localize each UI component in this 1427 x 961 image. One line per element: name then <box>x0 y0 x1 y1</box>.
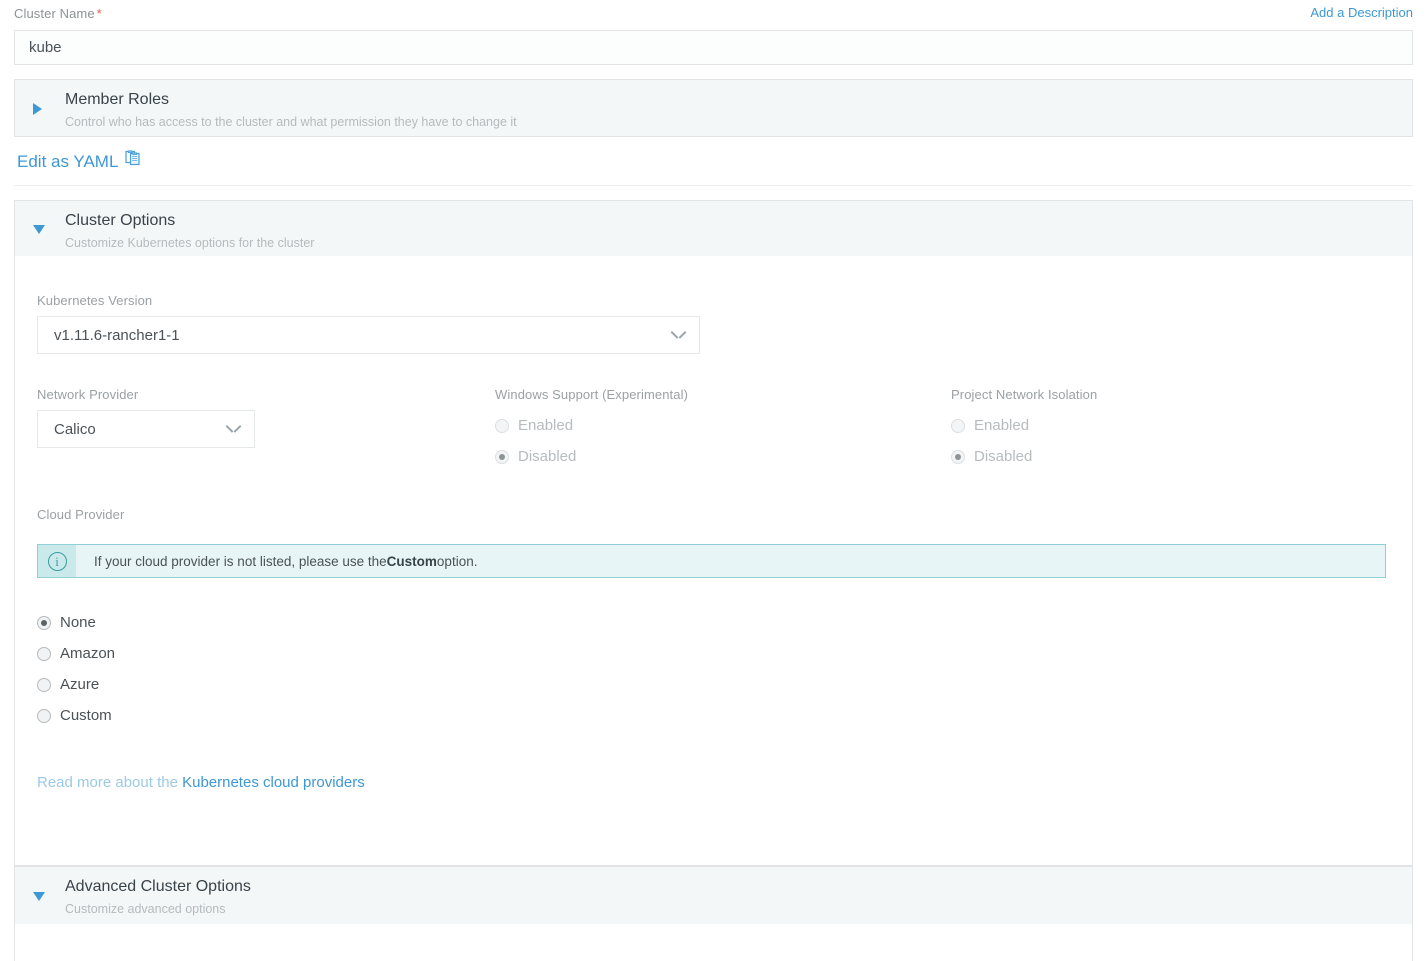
banner-text-before: If your cloud provider is not listed, pl… <box>94 553 387 569</box>
chevron-down-icon[interactable] <box>227 425 240 433</box>
radio-label: Enabled <box>518 417 574 434</box>
edit-as-yaml-button[interactable]: Edit as YAML <box>14 150 145 173</box>
banner-text-bold: Custom <box>386 553 437 569</box>
triangle-down-icon[interactable] <box>33 891 45 901</box>
project-network-isolation-field: Project Network Isolation Enabled Disabl… <box>951 387 1381 472</box>
cluster-options-body: Kubernetes Version v1.11.6-rancher1-1 Ne… <box>14 256 1413 866</box>
banner-text: If your cloud provider is not listed, pl… <box>76 545 477 577</box>
clipboard-copy-icon[interactable] <box>125 150 142 173</box>
windows-support-option-enabled: Enabled <box>495 410 925 441</box>
radio-icon[interactable] <box>37 708 51 723</box>
cluster-name-row: Cluster Name * Add a Description <box>14 5 1413 25</box>
radio-icon <box>951 418 965 433</box>
radio-icon-selected[interactable] <box>37 615 51 630</box>
radio-label: Enabled <box>974 417 1030 434</box>
accordion-advanced-cluster-options[interactable]: Advanced Cluster Options Customize advan… <box>14 866 1413 924</box>
advanced-cluster-options-body <box>14 924 1413 961</box>
radio-label: None <box>60 614 96 631</box>
cluster-name-input[interactable] <box>14 30 1413 65</box>
banner-icon-cell: i <box>38 545 76 577</box>
banner-text-after: option. <box>436 553 478 569</box>
radio-icon <box>495 418 509 433</box>
radio-label: Azure <box>60 676 100 693</box>
radio-label: Disabled <box>974 448 1033 465</box>
project-network-isolation-option-disabled: Disabled <box>951 441 1381 472</box>
accordion-title: Member Roles <box>65 91 170 108</box>
radio-label: Amazon <box>60 645 116 662</box>
radio-icon[interactable] <box>37 646 51 661</box>
windows-support-label: Windows Support (Experimental) <box>495 387 689 402</box>
accordion-subtitle: Customize Kubernetes options for the clu… <box>65 236 315 250</box>
project-network-isolation-option-enabled: Enabled <box>951 410 1381 441</box>
windows-support-field: Windows Support (Experimental) Enabled D… <box>495 387 925 472</box>
accordion-subtitle: Control who has access to the cluster an… <box>65 115 517 129</box>
radio-icon-selected <box>951 449 965 464</box>
radio-icon-selected <box>495 449 509 464</box>
kubernetes-version-value: v1.11.6-rancher1-1 <box>54 326 180 344</box>
accordion-subtitle: Customize advanced options <box>65 902 226 916</box>
read-more-prefix: Read more about the <box>37 774 183 791</box>
network-provider-field: Network Provider Calico <box>37 387 255 448</box>
radio-icon[interactable] <box>37 677 51 692</box>
accordion-title: Cluster Options <box>65 212 176 229</box>
triangle-right-icon[interactable] <box>33 103 42 115</box>
accordion-cluster-options[interactable]: Cluster Options Customize Kubernetes opt… <box>14 200 1413 256</box>
required-marker: * <box>96 6 102 21</box>
kubernetes-version-field: Kubernetes Version v1.11.6-rancher1-1 <box>37 293 700 354</box>
cluster-name-label: Cluster Name <box>14 6 95 21</box>
kubernetes-cloud-providers-link[interactable]: Kubernetes cloud providers <box>182 774 365 791</box>
chevron-down-icon[interactable] <box>672 331 685 339</box>
windows-support-option-disabled: Disabled <box>495 441 925 472</box>
cloud-provider-option-azure[interactable]: Azure <box>37 669 437 700</box>
accordion-header[interactable]: Cluster Options Customize Kubernetes opt… <box>15 201 1412 256</box>
accordion-member-roles[interactable]: Member Roles Control who has access to t… <box>14 79 1413 137</box>
cloud-provider-label: Cloud Provider <box>37 507 125 522</box>
cloud-provider-label-wrap: Cloud Provider <box>37 507 124 530</box>
info-icon: i <box>47 551 67 571</box>
add-a-description-link[interactable]: Add a Description <box>1310 5 1413 20</box>
accordion-header[interactable]: Advanced Cluster Options Customize advan… <box>15 867 1412 924</box>
cloud-provider-option-amazon[interactable]: Amazon <box>37 638 437 669</box>
network-provider-value: Calico <box>54 420 96 438</box>
triangle-down-icon[interactable] <box>33 224 45 234</box>
cloud-provider-option-none[interactable]: None <box>37 607 437 638</box>
edit-as-yaml-label: Edit as YAML <box>17 151 119 171</box>
cluster-configuration-form: Cluster Name* Add a Description Member R… <box>0 0 1427 961</box>
accordion-title: Advanced Cluster Options <box>65 878 251 895</box>
read-more-text: Read more about the Kubernetes cloud pro… <box>37 774 365 791</box>
accordion-header[interactable]: Member Roles Control who has access to t… <box>15 80 1412 136</box>
cloud-provider-option-custom[interactable]: Custom <box>37 700 437 731</box>
kubernetes-version-label: Kubernetes Version <box>37 293 153 308</box>
radio-label: Custom <box>60 707 112 724</box>
radio-label: Disabled <box>518 448 577 465</box>
project-network-isolation-label: Project Network Isolation <box>951 387 1098 402</box>
network-provider-label: Network Provider <box>37 387 139 402</box>
kubernetes-version-select[interactable]: v1.11.6-rancher1-1 <box>37 316 700 354</box>
cloud-provider-info-banner: i If your cloud provider is not listed, … <box>37 544 1386 578</box>
cloud-provider-radio-group: None Amazon Azure Custom <box>37 607 437 731</box>
network-provider-select[interactable]: Calico <box>37 410 255 448</box>
edit-as-yaml-row: Edit as YAML <box>14 150 1413 186</box>
